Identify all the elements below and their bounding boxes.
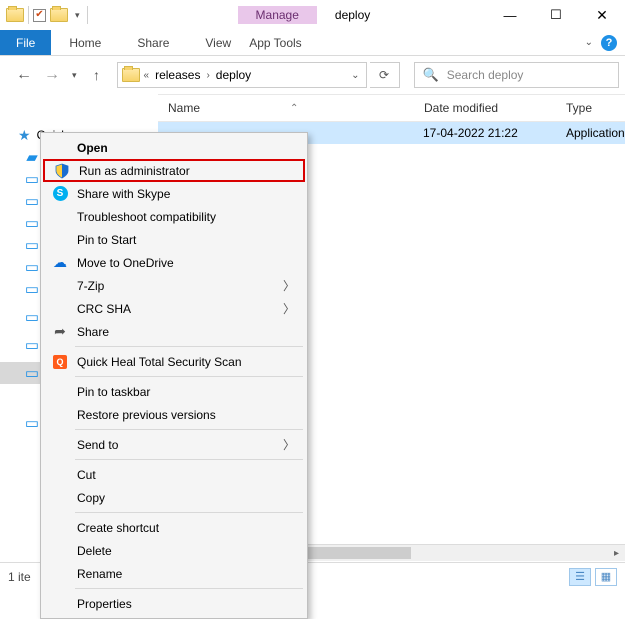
menu-separator — [75, 459, 303, 460]
submenu-arrow-icon: 〉 — [283, 436, 295, 453]
menu-item-quickheal[interactable]: Q Quick Heal Total Security Scan — [43, 350, 305, 373]
folder-icon: ▭ — [24, 259, 40, 275]
view-tab[interactable]: View — [187, 30, 249, 55]
address-folder-icon — [122, 68, 140, 82]
file-date-modified: 17-04-2022 21:22 — [423, 126, 518, 140]
menu-item-rename[interactable]: Rename — [43, 562, 305, 585]
star-icon: ★ — [18, 127, 31, 144]
file-tab[interactable]: File — [0, 30, 51, 55]
column-header-row: Name ⌃ Date modified Type — [158, 94, 625, 122]
chevron-icon[interactable]: « — [142, 70, 152, 81]
qat-properties-toggle[interactable]: ✔ — [33, 9, 46, 22]
history-dropdown[interactable]: ▾ — [68, 70, 81, 81]
icons-view-button[interactable]: ▦ — [595, 568, 617, 586]
folder-icon: ▭ — [24, 237, 40, 253]
folder-icon: ▭ — [24, 281, 40, 297]
qat-end-separator — [87, 6, 88, 24]
quickheal-icon: Q — [51, 353, 69, 371]
menu-item-onedrive[interactable]: ☁ Move to OneDrive — [43, 251, 305, 274]
menu-separator — [75, 512, 303, 513]
app-folder-icon[interactable] — [6, 8, 24, 22]
menu-item-troubleshoot[interactable]: Troubleshoot compatibility — [43, 205, 305, 228]
menu-item-skype[interactable]: S Share with Skype — [43, 182, 305, 205]
maximize-button[interactable]: ☐ — [533, 0, 579, 30]
folder-icon: ▭ — [24, 365, 40, 381]
menu-item-pin-start[interactable]: Pin to Start — [43, 228, 305, 251]
search-input[interactable]: 🔍 Search deploy — [414, 62, 619, 88]
status-text: 1 ite — [8, 570, 31, 584]
breadcrumb-releases[interactable]: releases — [151, 68, 204, 82]
breadcrumb-deploy[interactable]: deploy — [212, 68, 255, 82]
close-button[interactable]: ✕ — [579, 0, 625, 30]
column-header-type[interactable]: Type — [556, 101, 592, 115]
forward-button: → — [40, 63, 64, 87]
shield-icon — [53, 162, 71, 180]
cloud-icon: ☁ — [51, 254, 69, 272]
window-buttons: — ☐ ✕ — [487, 0, 625, 30]
address-dropdown[interactable]: ⌄ — [345, 70, 365, 81]
minimize-button[interactable]: — — [487, 0, 533, 30]
menu-item-copy[interactable]: Copy — [43, 486, 305, 509]
share-icon: ➦ — [51, 323, 69, 341]
monitor-icon: ▭ — [24, 171, 40, 187]
details-view-button[interactable]: ☰ — [569, 568, 591, 586]
menu-separator — [75, 346, 303, 347]
cloud-icon: ▰ — [24, 149, 40, 165]
title-bar: ✔ ▾ Manage deploy — ☐ ✕ — [0, 0, 625, 30]
menu-item-delete[interactable]: Delete — [43, 539, 305, 562]
scroll-right-button[interactable]: ▸ — [608, 545, 625, 562]
navigation-bar: ← → ▾ ↑ « releases › deploy ⌄ ⟳ 🔍 Search… — [0, 56, 625, 94]
folder-icon: ▭ — [24, 215, 40, 231]
folder-icon: ▭ — [24, 309, 40, 325]
menu-item-restore[interactable]: Restore previous versions — [43, 403, 305, 426]
menu-separator — [75, 588, 303, 589]
column-header-name[interactable]: Name ⌃ — [158, 101, 414, 115]
column-header-date[interactable]: Date modified — [414, 101, 556, 115]
drive-icon: ▭ — [24, 415, 40, 431]
qat-customize-caret[interactable]: ▾ — [72, 10, 83, 21]
menu-separator — [75, 429, 303, 430]
menu-item-properties[interactable]: Properties — [43, 592, 305, 615]
menu-item-cut[interactable]: Cut — [43, 463, 305, 486]
menu-item-crc[interactable]: CRC SHA〉 — [43, 297, 305, 320]
folder-icon: ▭ — [24, 337, 40, 353]
address-bar[interactable]: « releases › deploy ⌄ — [117, 62, 367, 88]
sort-indicator-icon: ⌃ — [290, 103, 298, 114]
menu-item-share[interactable]: ➦ Share — [43, 320, 305, 343]
chevron-icon[interactable]: › — [204, 70, 211, 81]
folder-icon: ▭ — [24, 193, 40, 209]
context-menu: Open Run as administrator S Share with S… — [40, 132, 308, 619]
file-type: Application — [566, 126, 625, 140]
menu-item-run-admin[interactable]: Run as administrator — [43, 159, 305, 182]
up-button[interactable]: ↑ — [85, 63, 109, 87]
ribbon-tabs: File Home Share View App Tools ⌄ ? — [0, 30, 625, 56]
menu-item-open[interactable]: Open — [43, 136, 305, 159]
ribbon-expand-caret[interactable]: ⌄ — [585, 37, 593, 48]
home-tab[interactable]: Home — [51, 30, 119, 55]
back-button[interactable]: ← — [12, 63, 36, 87]
help-button[interactable]: ? — [601, 35, 617, 51]
qat-new-folder-icon[interactable] — [50, 8, 68, 22]
submenu-arrow-icon: 〉 — [283, 277, 295, 294]
skype-icon: S — [51, 185, 69, 203]
search-icon: 🔍 — [423, 67, 439, 83]
quick-access-toolbar: ✔ ▾ — [0, 6, 83, 24]
refresh-button[interactable]: ⟳ — [370, 62, 400, 88]
share-tab[interactable]: Share — [119, 30, 187, 55]
window-title: deploy — [317, 8, 370, 22]
app-tools-tab[interactable]: App Tools — [249, 30, 337, 55]
search-placeholder: Search deploy — [447, 68, 524, 82]
menu-separator — [75, 376, 303, 377]
menu-item-shortcut[interactable]: Create shortcut — [43, 516, 305, 539]
menu-item-sendto[interactable]: Send to〉 — [43, 433, 305, 456]
submenu-arrow-icon: 〉 — [283, 300, 295, 317]
qat-separator — [28, 6, 29, 24]
ribbon-context-tab[interactable]: Manage — [238, 6, 317, 24]
menu-item-7zip[interactable]: 7-Zip〉 — [43, 274, 305, 297]
menu-item-pin-taskbar[interactable]: Pin to taskbar — [43, 380, 305, 403]
